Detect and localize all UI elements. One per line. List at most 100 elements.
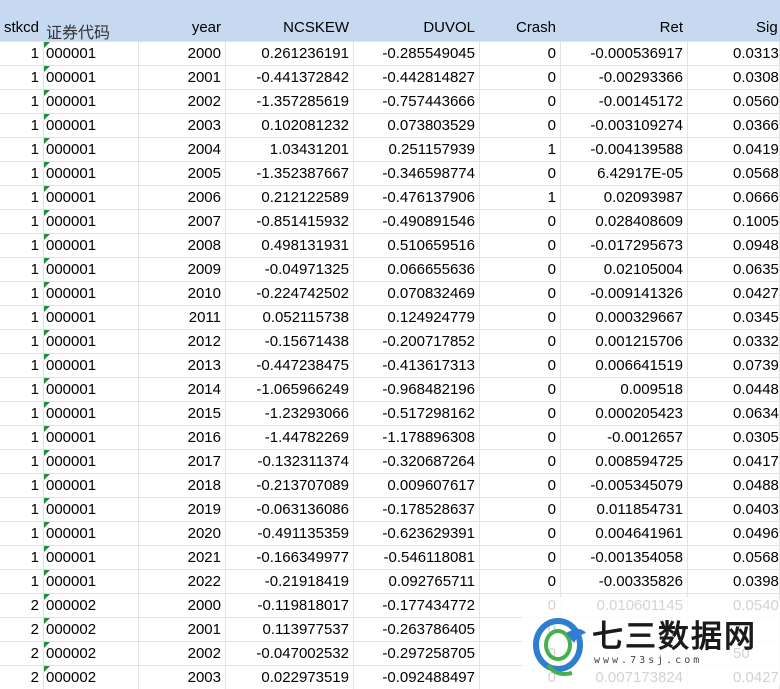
cell-sig[interactable]: 0.10054 — [688, 210, 780, 234]
cell-sig[interactable]: 0.041934 — [688, 138, 780, 162]
cell-year[interactable]: 2001 — [139, 66, 226, 90]
cell-sig[interactable]: 0.04175 — [688, 450, 780, 474]
cell-crash[interactable]: 0 — [480, 330, 561, 354]
cell-security-code[interactable]: 000002 — [44, 666, 139, 689]
cell-security-code[interactable]: 000001 — [44, 378, 139, 402]
cell-ncskew[interactable]: 0.102081232 — [226, 114, 354, 138]
cell-stkcd[interactable]: 1 — [0, 90, 44, 114]
cell-security-code[interactable]: 000001 — [44, 258, 139, 282]
cell-sig[interactable]: 0.042748 — [688, 666, 780, 689]
cell-duvol[interactable]: -0.490891546 — [354, 210, 480, 234]
cell-crash[interactable]: 0 — [480, 90, 561, 114]
cell-duvol[interactable]: -1.178896308 — [354, 426, 480, 450]
cell-year[interactable]: 2003 — [139, 666, 226, 689]
cell-crash[interactable]: 0 — [480, 474, 561, 498]
cell-security-code[interactable]: 000002 — [44, 642, 139, 666]
cell-sig[interactable]: 0.056072 — [688, 90, 780, 114]
cell-ncskew[interactable]: -0.224742502 — [226, 282, 354, 306]
cell-ncskew[interactable]: -0.21918419 — [226, 570, 354, 594]
cell-year[interactable]: 2015 — [139, 402, 226, 426]
cell-stkcd[interactable]: 1 — [0, 186, 44, 210]
cell-crash[interactable]: 0 — [480, 642, 561, 666]
cell-security-code[interactable]: 000001 — [44, 498, 139, 522]
cell-stkcd[interactable]: 2 — [0, 642, 44, 666]
cell-crash[interactable]: 0 — [480, 258, 561, 282]
cell-duvol[interactable]: 0.124924779 — [354, 306, 480, 330]
cell-sig[interactable]: 50 — [688, 642, 780, 666]
cell-ret[interactable]: -0.00293366 — [561, 66, 688, 90]
cell-year[interactable]: 2009 — [139, 258, 226, 282]
cell-stkcd[interactable]: 2 — [0, 618, 44, 642]
cell-duvol[interactable]: -0.476137906 — [354, 186, 480, 210]
cell-stkcd[interactable]: 1 — [0, 498, 44, 522]
cell-duvol[interactable]: -0.757443666 — [354, 90, 480, 114]
cell-ncskew[interactable]: 0.052115738 — [226, 306, 354, 330]
cell-ret[interactable]: 0.000329667 — [561, 306, 688, 330]
cell-ret[interactable]: 0.008594725 — [561, 450, 688, 474]
cell-security-code[interactable]: 000001 — [44, 450, 139, 474]
cell-crash[interactable]: 1 — [480, 186, 561, 210]
cell-year[interactable]: 2008 — [139, 234, 226, 258]
cell-ncskew[interactable]: -0.166349977 — [226, 546, 354, 570]
cell-ncskew[interactable]: -0.213707089 — [226, 474, 354, 498]
cell-ncskew[interactable]: -1.44782269 — [226, 426, 354, 450]
cell-ret[interactable]: -0.017295673 — [561, 234, 688, 258]
cell-duvol[interactable]: -0.285549045 — [354, 42, 480, 66]
cell-crash[interactable]: 0 — [480, 42, 561, 66]
cell-security-code[interactable]: 000001 — [44, 474, 139, 498]
cell-ret[interactable]: -0.00335826 — [561, 570, 688, 594]
cell-security-code[interactable]: 000001 — [44, 426, 139, 450]
cell-ncskew[interactable]: -1.065966249 — [226, 378, 354, 402]
cell-security-code[interactable]: 000001 — [44, 234, 139, 258]
cell-ncskew[interactable]: -1.357285619 — [226, 90, 354, 114]
cell-year[interactable]: 2002 — [139, 90, 226, 114]
cell-sig[interactable]: 0.036678 — [688, 114, 780, 138]
cell-stkcd[interactable]: 1 — [0, 162, 44, 186]
cell-security-code[interactable]: 000001 — [44, 42, 139, 66]
cell-sig[interactable]: 0.033206 — [688, 330, 780, 354]
cell-stkcd[interactable]: 1 — [0, 234, 44, 258]
cell-sig[interactable]: 0.049675 — [688, 522, 780, 546]
cell-ret[interactable]: -0.0012657 — [561, 426, 688, 450]
cell-ncskew[interactable]: -0.15671438 — [226, 330, 354, 354]
cell-duvol[interactable]: -0.623629391 — [354, 522, 480, 546]
cell-duvol[interactable]: -0.968482196 — [354, 378, 480, 402]
cell-security-code[interactable]: 000001 — [44, 90, 139, 114]
cell-ncskew[interactable]: 0.212122589 — [226, 186, 354, 210]
cell-ret[interactable]: 0.02093987 — [561, 186, 688, 210]
cell-crash[interactable]: 1 — [480, 138, 561, 162]
cell-duvol[interactable]: 0.009607617 — [354, 474, 480, 498]
cell-duvol[interactable]: 0.251157939 — [354, 138, 480, 162]
cell-duvol[interactable]: -0.092488497 — [354, 666, 480, 689]
cell-duvol[interactable]: -0.177434772 — [354, 594, 480, 618]
column-header-sig[interactable]: Sig — [688, 0, 780, 42]
cell-security-code[interactable]: 000001 — [44, 210, 139, 234]
cell-ncskew[interactable]: -0.04971325 — [226, 258, 354, 282]
cell-sig[interactable]: 0.048822 — [688, 474, 780, 498]
cell-stkcd[interactable]: 1 — [0, 570, 44, 594]
cell-crash[interactable]: 0 — [480, 522, 561, 546]
cell-stkcd[interactable]: 1 — [0, 258, 44, 282]
cell-stkcd[interactable]: 1 — [0, 378, 44, 402]
cell-year[interactable]: 2012 — [139, 330, 226, 354]
cell-ncskew[interactable]: 1.03431201 — [226, 138, 354, 162]
cell-ret[interactable] — [561, 618, 688, 642]
cell-ncskew[interactable]: 0.022973519 — [226, 666, 354, 689]
cell-ret[interactable]: 0.02105004 — [561, 258, 688, 282]
cell-crash[interactable]: 0 — [480, 66, 561, 90]
cell-ncskew[interactable]: -0.047002532 — [226, 642, 354, 666]
cell-crash[interactable]: 0 — [480, 426, 561, 450]
cell-ret[interactable] — [561, 642, 688, 666]
cell-ret[interactable]: -0.005345079 — [561, 474, 688, 498]
cell-year[interactable]: 2010 — [139, 282, 226, 306]
cell-stkcd[interactable]: 1 — [0, 306, 44, 330]
cell-ncskew[interactable]: -0.491135359 — [226, 522, 354, 546]
column-header-duvol[interactable]: DUVOL — [354, 0, 480, 42]
cell-stkcd[interactable]: 1 — [0, 426, 44, 450]
cell-crash[interactable]: 0 — [480, 450, 561, 474]
cell-year[interactable]: 2018 — [139, 474, 226, 498]
cell-year[interactable]: 2001 — [139, 618, 226, 642]
cell-sig[interactable]: 0.040309 — [688, 498, 780, 522]
cell-stkcd[interactable]: 1 — [0, 42, 44, 66]
cell-stkcd[interactable]: 1 — [0, 402, 44, 426]
